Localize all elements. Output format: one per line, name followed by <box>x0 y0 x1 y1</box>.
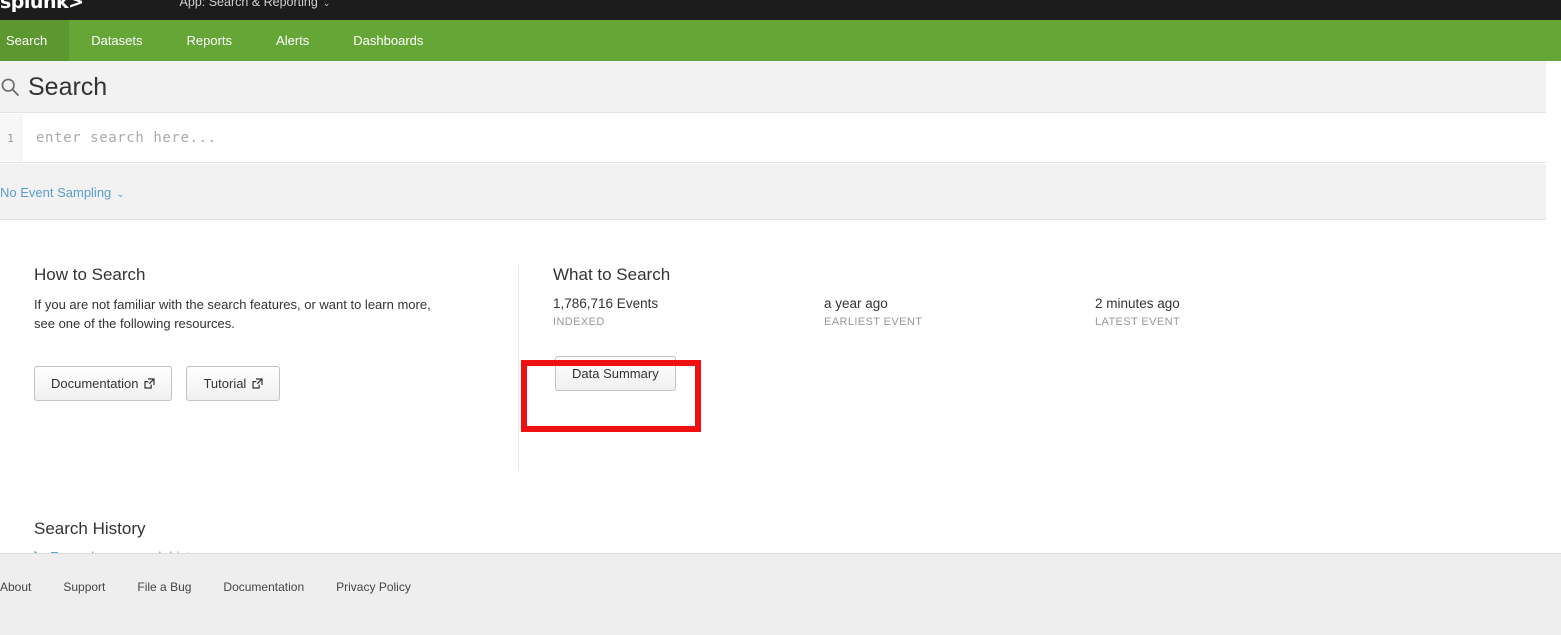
nav-item-alerts[interactable]: Alerts <box>254 20 331 61</box>
how-to-search-description: If you are not familiar with the search … <box>34 297 431 331</box>
footer-link-privacy-policy[interactable]: Privacy Policy <box>336 580 411 594</box>
nav-label: Search <box>6 33 48 48</box>
app-header-bar: splunk> App: Search & Reporting ⌄ <box>0 0 1561 20</box>
nav-label: Alerts <box>276 33 310 48</box>
what-to-search-heading: What to Search <box>553 265 671 284</box>
documentation-button[interactable]: Documentation <box>34 365 173 401</box>
stat-label: EARLIEST EVENT <box>824 316 923 328</box>
how-to-search-heading: How to Search <box>34 265 146 284</box>
search-bar[interactable]: 1 <box>0 114 1546 163</box>
nav-label: Dashboards <box>353 33 424 48</box>
nav-label: Datasets <box>91 33 143 48</box>
footer-link-documentation[interactable]: Documentation <box>223 580 304 594</box>
search-input[interactable] <box>22 114 1546 162</box>
splunk-logo[interactable]: splunk> <box>0 0 98 20</box>
chevron-down-icon: ⌄ <box>116 188 125 200</box>
chevron-down-icon: ⌄ <box>322 0 331 8</box>
tutorial-button-label: Tutorial <box>203 375 247 391</box>
stat-latest-event: 2 minutes ago LATEST EVENT <box>1095 296 1366 328</box>
nav-item-search[interactable]: Search <box>0 20 70 61</box>
footer-link-about[interactable]: About <box>0 580 31 594</box>
documentation-button-label: Documentation <box>51 375 139 391</box>
footer-link-file-a-bug[interactable]: File a Bug <box>137 580 191 594</box>
main-nav-bar: Search Datasets Reports Alerts Dashboard… <box>0 20 1561 61</box>
page-title: Search <box>28 72 108 101</box>
splunk-search-page: splunk> App: Search & Reporting ⌄ Search … <box>0 0 1561 635</box>
data-summary-button[interactable]: Data Summary <box>555 356 676 391</box>
stat-label: LATEST EVENT <box>1095 316 1181 328</box>
stat-value: 2 minutes ago <box>1095 296 1180 311</box>
how-to-search-panel: How to Search If you are not familiar wi… <box>34 265 518 470</box>
nav-item-datasets[interactable]: Datasets <box>69 20 164 61</box>
event-sampling-label: No Event Sampling <box>0 184 112 200</box>
event-sampling-bar: No Event Sampling ⌄ <box>0 164 1546 220</box>
what-to-search-panel: What to Search 1,786,716 Events INDEXED … <box>518 265 1561 470</box>
data-summary-button-label: Data Summary <box>572 366 659 381</box>
app-context-label: App: Search & Reporting <box>179 0 318 9</box>
how-to-search-buttons: Documentation Tutorial <box>34 365 478 401</box>
search-icon <box>1 78 19 96</box>
footer-link-support[interactable]: Support <box>63 580 105 594</box>
page-footer: About Support File a Bug Documentation P… <box>0 553 1561 635</box>
search-history-heading: Search History <box>34 519 146 538</box>
stat-indexed: 1,786,716 Events INDEXED <box>553 296 824 328</box>
event-stats: 1,786,716 Events INDEXED a year ago EARL… <box>553 296 1561 328</box>
event-sampling-dropdown[interactable]: No Event Sampling ⌄ <box>0 185 125 200</box>
stat-value: a year ago <box>824 296 888 311</box>
app-context-menu[interactable]: App: Search & Reporting ⌄ <box>98 0 331 20</box>
tutorial-button[interactable]: Tutorial <box>186 365 281 401</box>
page-title-bar: Search <box>0 61 1546 113</box>
nav-label: Reports <box>186 33 233 48</box>
stat-value: 1,786,716 Events <box>553 296 659 311</box>
stat-label: INDEXED <box>553 316 605 328</box>
search-line-number: 1 <box>0 114 22 162</box>
main-content: How to Search If you are not familiar wi… <box>0 220 1561 564</box>
external-link-icon <box>252 378 263 389</box>
stat-earliest-event: a year ago EARLIEST EVENT <box>824 296 1095 328</box>
nav-item-dashboards[interactable]: Dashboards <box>331 20 445 61</box>
nav-item-reports[interactable]: Reports <box>165 20 255 61</box>
external-link-icon <box>144 378 156 389</box>
